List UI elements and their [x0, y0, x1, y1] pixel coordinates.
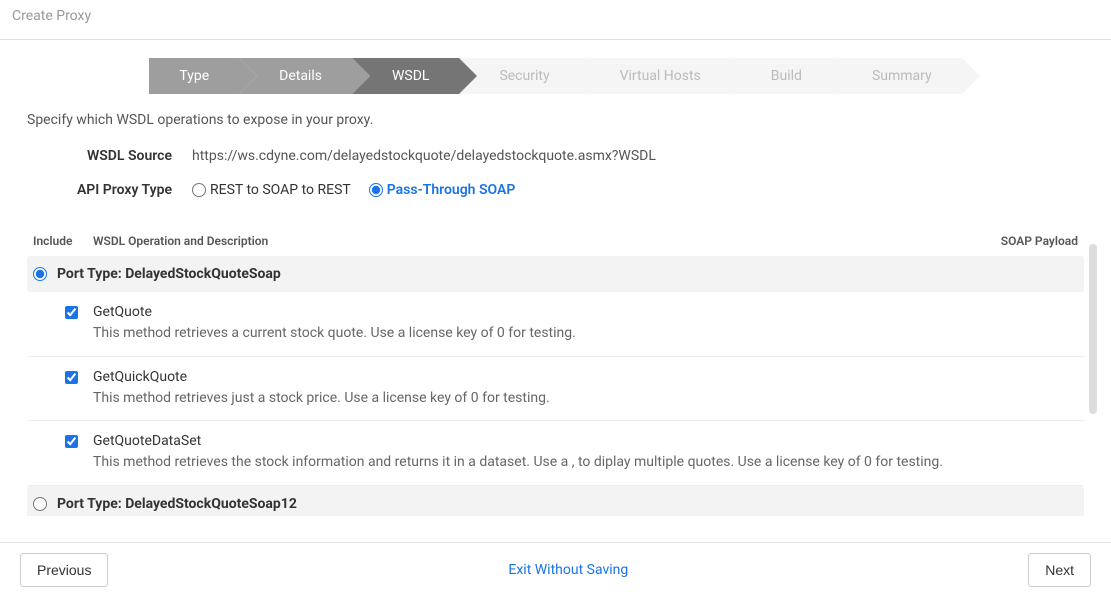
port-radio-soap12[interactable]	[33, 497, 47, 511]
page-title: Create Proxy	[12, 8, 91, 24]
op-name-getquote: GetQuote	[93, 304, 1078, 320]
radio-rest-to-soap-input[interactable]	[192, 183, 206, 197]
op-checkbox-cell	[33, 433, 93, 473]
footer: Previous Exit Without Saving Next	[0, 542, 1111, 596]
op-desc-getquotedataset: This method retrieves the stock informat…	[93, 453, 1078, 473]
radio-pass-through-label: Pass-Through SOAP	[387, 182, 516, 198]
op-name-getquotedataset: GetQuoteDataSet	[93, 433, 1078, 449]
op-name-getquickquote: GetQuickQuote	[93, 369, 1078, 385]
header-operation: WSDL Operation and Description	[93, 234, 968, 248]
op-desc-getquickquote: This method retrieves just a stock price…	[93, 389, 1078, 409]
op-checkbox-cell	[33, 369, 93, 409]
op-checkbox-cell	[33, 304, 93, 344]
proxy-type-label: API Proxy Type	[27, 182, 192, 198]
port-label-soap12: Port Type: DelayedStockQuoteSoap12	[57, 496, 297, 512]
form-section: WSDL Source https://ws.cdyne.com/delayed…	[0, 128, 1111, 226]
instruction-text: Specify which WSDL operations to expose …	[0, 112, 1111, 128]
wsdl-source-value: https://ws.cdyne.com/delayedstockquote/d…	[192, 148, 656, 164]
wsdl-source-label: WSDL Source	[27, 148, 192, 164]
operations-table: Include WSDL Operation and Description S…	[0, 226, 1111, 516]
radio-pass-through-input[interactable]	[369, 183, 383, 197]
op-content: GetQuickQuote This method retrieves just…	[93, 369, 1078, 409]
op-content: GetQuoteDataSet This method retrieves th…	[93, 433, 1078, 473]
radio-pass-through[interactable]: Pass-Through SOAP	[369, 182, 516, 198]
wsdl-source-row: WSDL Source https://ws.cdyne.com/delayed…	[27, 148, 1084, 164]
port-radio-soap[interactable]	[33, 267, 47, 281]
port-row-soap12[interactable]: Port Type: DelayedStockQuoteSoap12	[27, 486, 1084, 516]
page-header: Create Proxy	[0, 0, 1111, 40]
next-button[interactable]: Next	[1028, 553, 1091, 587]
header-soap: SOAP Payload	[968, 234, 1078, 248]
radio-rest-to-soap-label: REST to SOAP to REST	[210, 182, 351, 198]
op-content: GetQuote This method retrieves a current…	[93, 304, 1078, 344]
step-security[interactable]: Security	[459, 58, 579, 94]
previous-button[interactable]: Previous	[20, 553, 108, 587]
header-include: Include	[33, 234, 93, 248]
checkbox-getquickquote[interactable]	[65, 371, 78, 384]
port-row-soap[interactable]: Port Type: DelayedStockQuoteSoap	[27, 256, 1084, 292]
port-label-soap: Port Type: DelayedStockQuoteSoap	[57, 266, 281, 282]
step-type[interactable]: Type	[149, 58, 239, 94]
wizard-steps: Type Details WSDL Security Virtual Hosts…	[0, 58, 1111, 94]
proxy-type-row: API Proxy Type REST to SOAP to REST Pass…	[27, 182, 1084, 198]
scrollbar[interactable]	[1089, 244, 1097, 414]
radio-rest-to-soap[interactable]: REST to SOAP to REST	[192, 182, 351, 198]
step-summary[interactable]: Summary	[832, 58, 962, 94]
table-header-row: Include WSDL Operation and Description S…	[27, 226, 1084, 256]
op-desc-getquote: This method retrieves a current stock qu…	[93, 324, 1078, 344]
op-row-getquote: GetQuote This method retrieves a current…	[27, 292, 1084, 357]
proxy-type-radio-group: REST to SOAP to REST Pass-Through SOAP	[192, 182, 515, 198]
checkbox-getquote[interactable]	[65, 306, 78, 319]
exit-link[interactable]: Exit Without Saving	[508, 562, 628, 578]
checkbox-getquotedataset[interactable]	[65, 435, 78, 448]
op-row-getquotedataset: GetQuoteDataSet This method retrieves th…	[27, 421, 1084, 486]
op-row-getquickquote: GetQuickQuote This method retrieves just…	[27, 357, 1084, 422]
step-virtual-hosts[interactable]: Virtual Hosts	[580, 58, 731, 94]
footer-center: Exit Without Saving	[108, 562, 1028, 578]
